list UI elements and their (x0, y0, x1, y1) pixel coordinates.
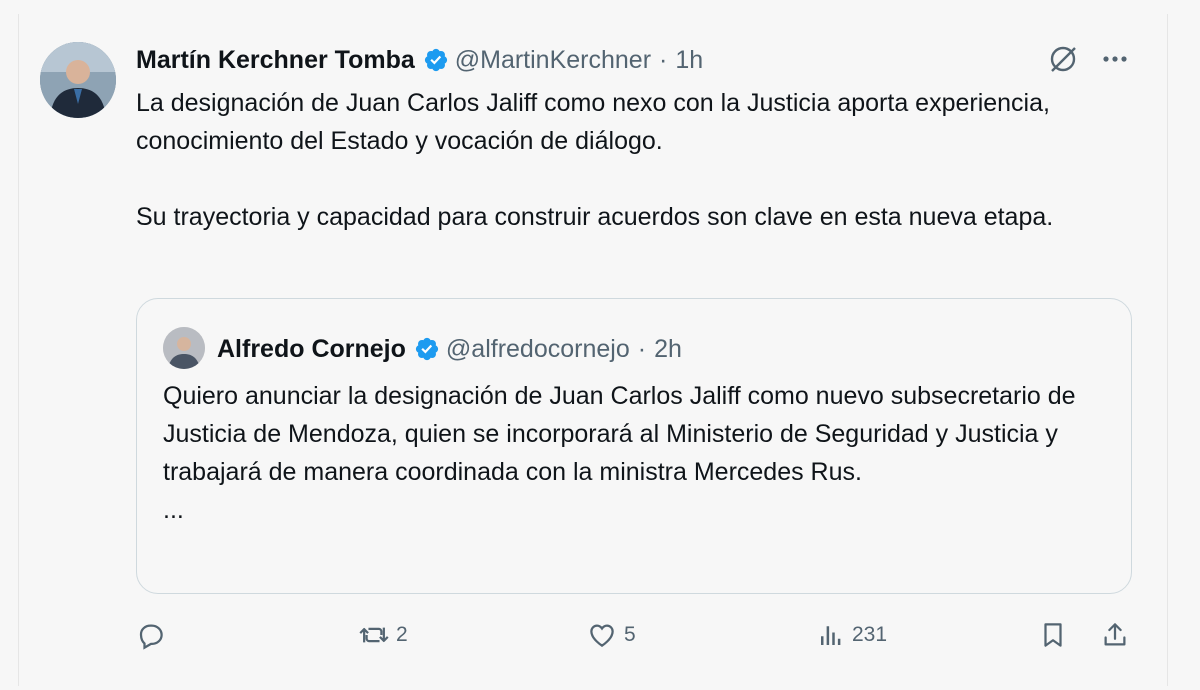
views-button[interactable]: 231 (816, 620, 887, 650)
reply-icon (136, 620, 166, 650)
tweet-time[interactable]: 1h (675, 46, 703, 75)
page: Martín Kerchner Tomba @MartinKerchner · … (0, 0, 1200, 690)
author-handle[interactable]: @MartinKerchner (455, 46, 651, 75)
share-icon (1100, 620, 1130, 650)
like-count: 5 (624, 623, 636, 646)
views-count: 231 (852, 623, 888, 646)
more-icon[interactable] (1100, 44, 1130, 79)
grok-icon[interactable] (1048, 44, 1078, 79)
share-button[interactable] (1100, 620, 1130, 650)
quoted-author-handle[interactable]: @alfredocornejo (446, 335, 630, 364)
quoted-author-name[interactable]: Alfredo Cornejo (217, 335, 406, 364)
verified-badge-icon (423, 47, 449, 73)
separator: · (659, 45, 668, 74)
author-avatar[interactable] (40, 42, 116, 118)
retweet-button[interactable]: 2 (358, 620, 408, 650)
quoted-text: Quiero anunciar la designación de Juan C… (163, 382, 1076, 524)
retweet-count: 2 (396, 623, 408, 646)
avatar-photo (40, 42, 116, 118)
reply-button[interactable] (136, 620, 172, 650)
bookmark-icon (1038, 620, 1068, 650)
like-button[interactable]: 5 (586, 620, 636, 650)
quoted-separator: · (637, 334, 647, 363)
quoted-time[interactable]: 2h (654, 335, 682, 364)
tweet-text: La designación de Juan Carlos Jaliff com… (136, 89, 1054, 231)
quoted-header: Alfredo Cornejo @alfredocornejo · 2h (217, 329, 682, 369)
retweet-icon (358, 620, 390, 650)
bookmark-button[interactable] (1038, 620, 1068, 650)
tweet-header: Martín Kerchner Tomba @MartinKerchner · … (136, 40, 703, 80)
quoted-avatar-photo (163, 327, 205, 369)
views-icon (816, 620, 846, 650)
quoted-tweet[interactable]: Alfredo Cornejo @alfredocornejo · 2h Qui… (136, 298, 1132, 594)
author-name[interactable]: Martín Kerchner Tomba (136, 46, 415, 75)
tweet-top-actions (1048, 44, 1130, 79)
tweet-actions: 2 5 231 (136, 620, 1136, 660)
quoted-author-avatar[interactable] (163, 327, 205, 369)
like-icon (586, 620, 618, 650)
verified-badge-icon (414, 336, 440, 362)
